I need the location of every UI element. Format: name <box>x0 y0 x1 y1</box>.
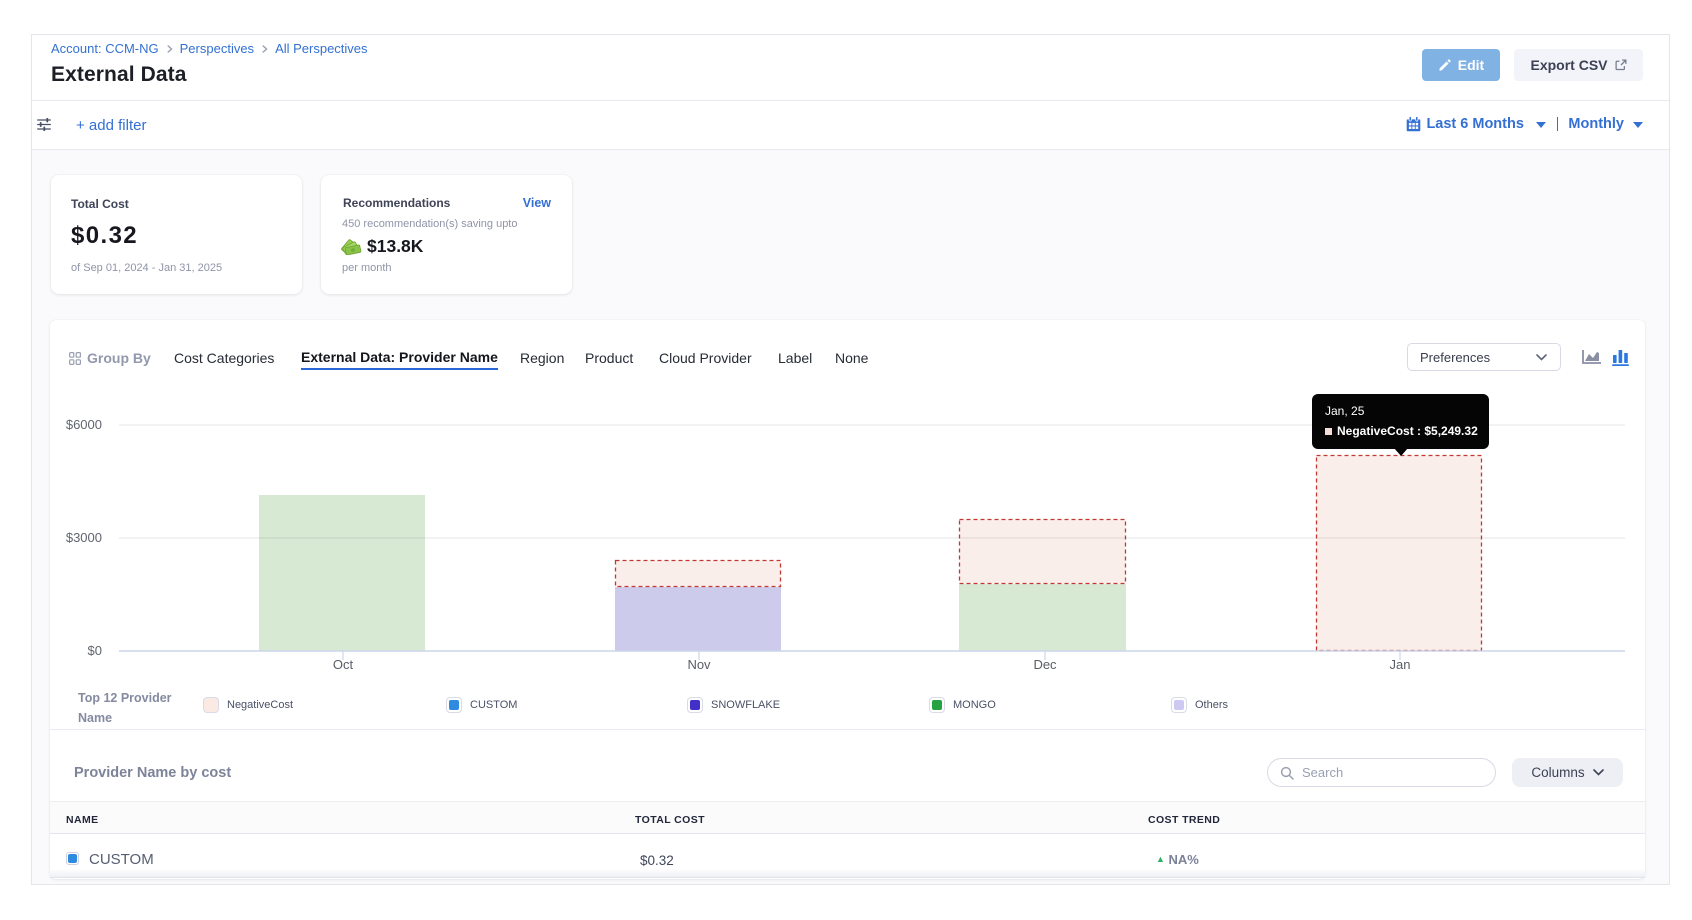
svg-text:Nov: Nov <box>687 657 711 672</box>
svg-text:Jan: Jan <box>1390 657 1411 672</box>
svg-text:$0: $0 <box>88 643 102 658</box>
svg-text:$6000: $6000 <box>66 417 102 432</box>
svg-text:$3000: $3000 <box>66 530 102 545</box>
svg-text:Dec: Dec <box>1033 657 1057 672</box>
svg-text:Oct: Oct <box>333 657 354 672</box>
